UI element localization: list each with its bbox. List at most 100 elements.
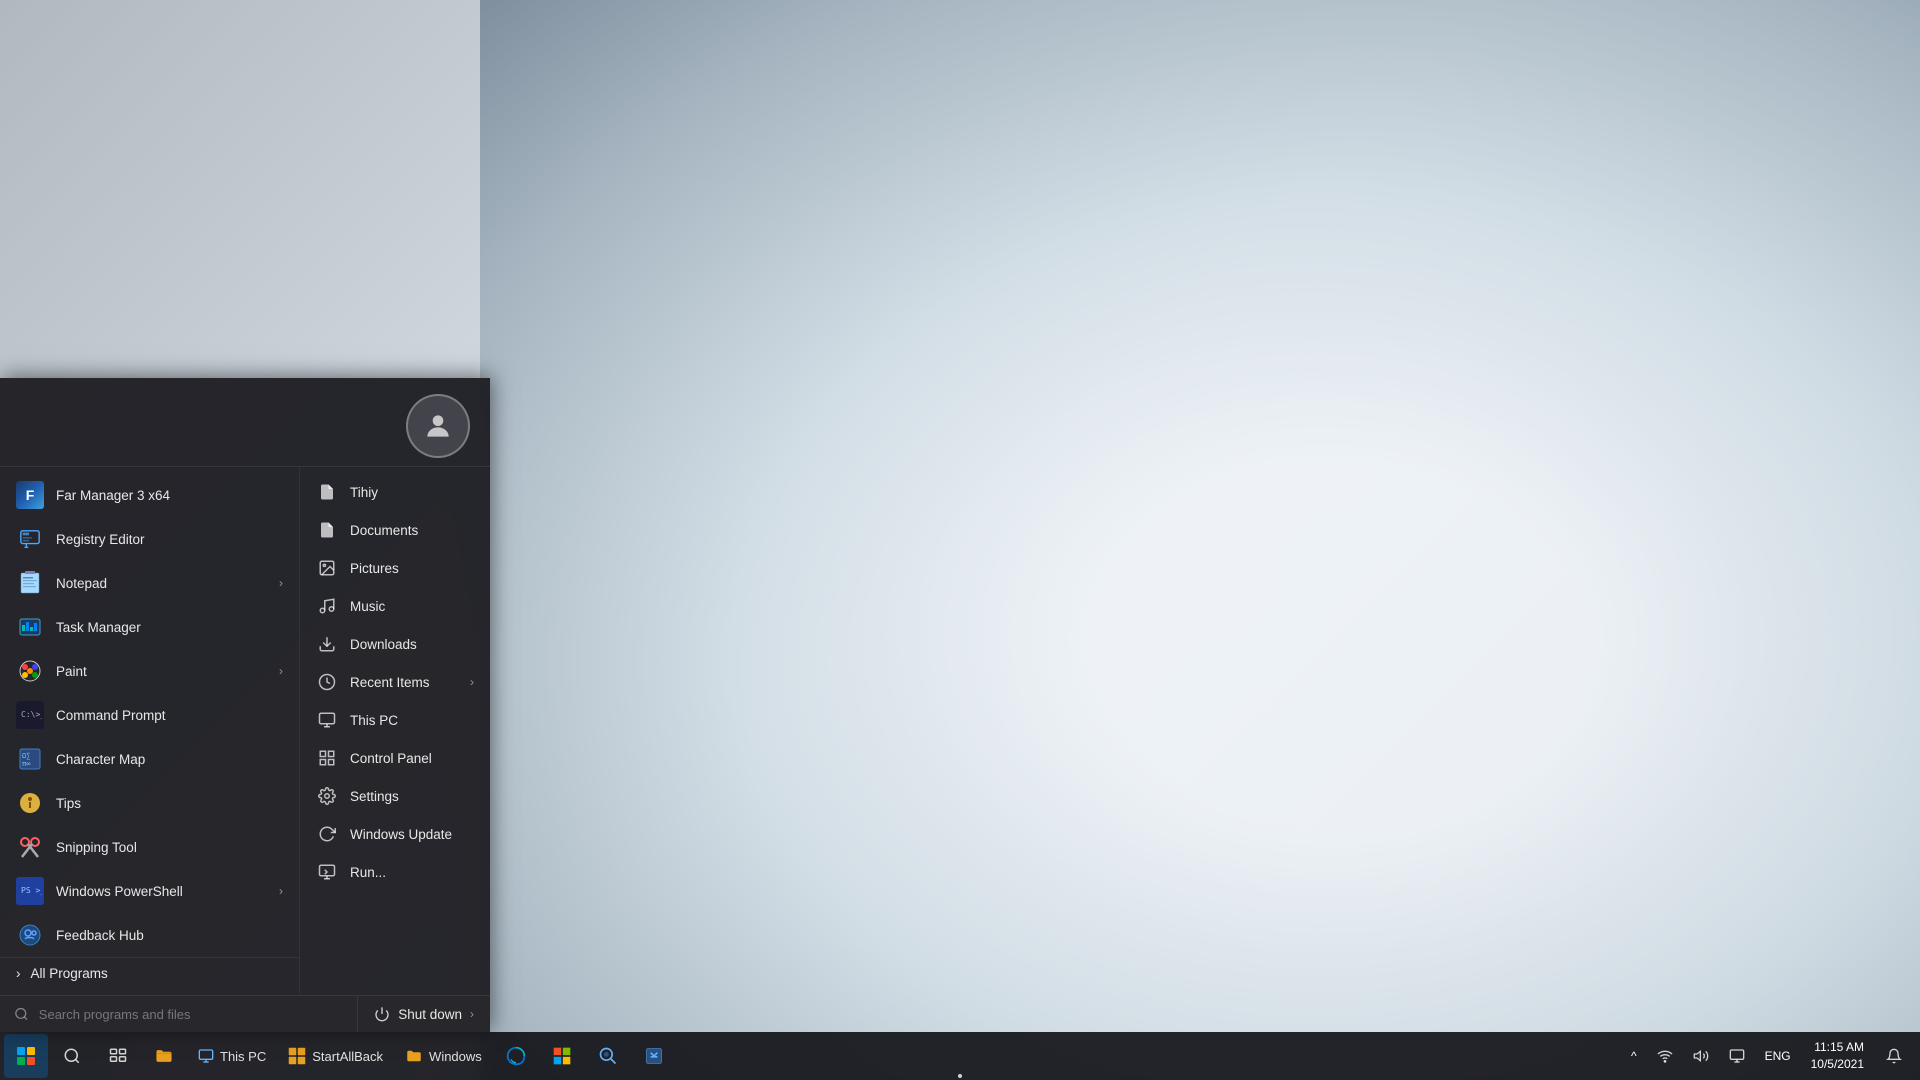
right-column: Tihiy Documents	[300, 467, 490, 995]
app-icon	[644, 1046, 664, 1066]
startallback-taskbar-button[interactable]: StartAllBack	[278, 1034, 393, 1078]
tips-label: Tips	[56, 796, 81, 811]
windows-folder-button[interactable]: Windows	[395, 1034, 492, 1078]
right-item-this-pc[interactable]: This PC	[300, 701, 490, 739]
right-item-control-panel[interactable]: Control Panel	[300, 739, 490, 777]
edge-icon	[506, 1046, 526, 1066]
right-item-pictures[interactable]: Pictures	[300, 549, 490, 587]
run-label: Run...	[350, 865, 386, 880]
app-button[interactable]	[632, 1034, 676, 1078]
right-item-windows-update[interactable]: Windows Update	[300, 815, 490, 853]
windows-logo-icon	[17, 1047, 35, 1065]
right-item-recent-items[interactable]: Recent Items ›	[300, 663, 490, 701]
command-prompt-icon: C:\>_	[16, 701, 44, 729]
run-icon	[316, 861, 338, 883]
right-item-documents[interactable]: Documents	[300, 511, 490, 549]
file-explorer-button[interactable]	[142, 1034, 186, 1078]
search-app-button[interactable]	[586, 1034, 630, 1078]
volume-icon-button[interactable]	[1685, 1044, 1717, 1068]
clock[interactable]: 11:15 AM 10/5/2021	[1803, 1035, 1872, 1077]
search-input[interactable]	[39, 1007, 343, 1022]
feedback-hub-label: Feedback Hub	[56, 928, 144, 943]
menu-item-feedback-hub[interactable]: Feedback Hub	[0, 913, 299, 957]
powershell-arrow: ›	[279, 884, 283, 898]
notepad-icon	[16, 569, 44, 597]
paint-label: Paint	[56, 664, 87, 679]
edge-button[interactable]	[494, 1034, 538, 1078]
registry-editor-icon	[16, 525, 44, 553]
windows-update-icon	[316, 823, 338, 845]
paint-icon	[16, 657, 44, 685]
shutdown-label: Shut down	[398, 1007, 462, 1022]
taskbar-search-icon	[63, 1047, 81, 1065]
shutdown-section[interactable]: Shut down ›	[358, 996, 490, 1032]
right-item-run[interactable]: Run...	[300, 853, 490, 891]
language-button[interactable]: ENG	[1757, 1045, 1799, 1067]
volume-icon	[1693, 1048, 1709, 1064]
start-button[interactable]	[4, 1034, 48, 1078]
menu-item-notepad[interactable]: Notepad ›	[0, 561, 299, 605]
menu-item-character-map[interactable]: Ω∑ π∞ Character Map	[0, 737, 299, 781]
powershell-icon: PS >_	[16, 877, 44, 905]
menu-item-tips[interactable]: Tips	[0, 781, 299, 825]
far-manager-label: Far Manager 3 x64	[56, 488, 170, 503]
hidden-icons-button[interactable]: ^	[1623, 1045, 1645, 1067]
language-label: ENG	[1765, 1049, 1791, 1063]
svg-text:π∞: π∞	[22, 760, 30, 768]
all-programs-label: All Programs	[31, 966, 108, 981]
menu-item-command-prompt[interactable]: C:\>_ Command Prompt	[0, 693, 299, 737]
svg-text:PS >_: PS >_	[21, 886, 42, 895]
desktop: F Far Manager 3 x64	[0, 0, 1920, 1080]
character-map-icon: Ω∑ π∞	[16, 745, 44, 773]
menu-item-paint[interactable]: Paint ›	[0, 649, 299, 693]
shutdown-arrow: ›	[470, 1007, 474, 1021]
clock-time: 11:15 AM	[1811, 1039, 1864, 1056]
menu-item-registry-editor[interactable]: Registry Editor	[0, 517, 299, 561]
display-icon-button[interactable]	[1721, 1044, 1753, 1068]
display-icon	[1729, 1048, 1745, 1064]
taskbar-search-button[interactable]	[50, 1034, 94, 1078]
taskbar-left: This PC StartAllBack Windows	[0, 1034, 676, 1078]
taskbar: This PC StartAllBack Windows	[0, 1032, 1920, 1080]
this-pc-indicator	[958, 1074, 962, 1078]
menu-item-far-manager[interactable]: F Far Manager 3 x64	[0, 473, 299, 517]
svg-text:Ω∑: Ω∑	[22, 752, 30, 760]
snipping-tool-icon	[16, 833, 44, 861]
task-view-icon	[109, 1047, 127, 1065]
menu-item-task-manager[interactable]: Task Manager	[0, 605, 299, 649]
network-icon-button[interactable]	[1649, 1044, 1681, 1068]
taskbar-right: ^	[1623, 1034, 1920, 1078]
menu-item-powershell[interactable]: PS >_ Windows PowerShell ›	[0, 869, 299, 913]
settings-label: Settings	[350, 789, 399, 804]
this-pc-icon	[316, 709, 338, 731]
right-item-downloads[interactable]: Downloads	[300, 625, 490, 663]
recent-items-label: Recent Items	[350, 675, 430, 690]
task-manager-label: Task Manager	[56, 620, 141, 635]
start-menu: F Far Manager 3 x64	[0, 378, 490, 1032]
windows-folder-label: Windows	[429, 1049, 482, 1064]
control-panel-label: Control Panel	[350, 751, 432, 766]
search-app-icon	[598, 1046, 618, 1066]
svg-text:C:\>_: C:\>_	[21, 710, 42, 719]
settings-icon	[316, 785, 338, 807]
bottom-row: Shut down ›	[0, 995, 490, 1032]
all-programs-row[interactable]: › All Programs	[0, 957, 299, 989]
startallback-icon	[288, 1047, 306, 1065]
pictures-icon	[316, 557, 338, 579]
right-item-music[interactable]: Music	[300, 587, 490, 625]
music-label: Music	[350, 599, 385, 614]
this-pc-taskbar-button[interactable]: This PC	[188, 1034, 276, 1078]
task-manager-icon	[16, 613, 44, 641]
all-programs-arrow: ›	[16, 966, 21, 981]
right-item-settings[interactable]: Settings	[300, 777, 490, 815]
microsoft-store-button[interactable]	[540, 1034, 584, 1078]
pictures-label: Pictures	[350, 561, 399, 576]
right-item-tihiy[interactable]: Tihiy	[300, 473, 490, 511]
notification-button[interactable]	[1876, 1034, 1912, 1078]
task-view-button[interactable]	[96, 1034, 140, 1078]
notepad-label: Notepad	[56, 576, 107, 591]
user-avatar[interactable]	[406, 394, 470, 458]
search-section[interactable]	[0, 996, 358, 1032]
downloads-label: Downloads	[350, 637, 417, 652]
menu-item-snipping-tool[interactable]: Snipping Tool	[0, 825, 299, 869]
